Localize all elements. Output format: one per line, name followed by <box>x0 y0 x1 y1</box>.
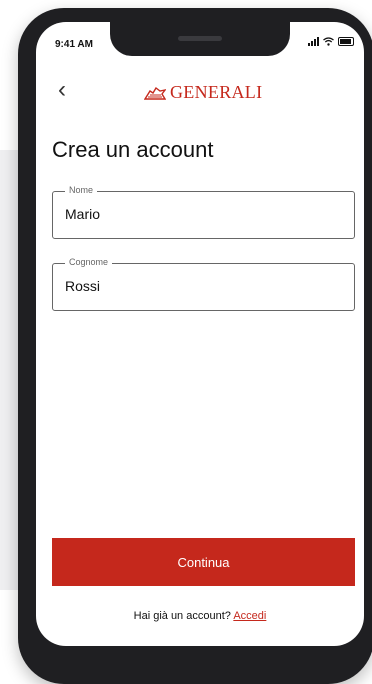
first-name-label: Nome <box>65 185 98 195</box>
login-link[interactable]: Accedi <box>233 610 266 622</box>
first-name-input[interactable] <box>65 206 335 222</box>
last-name-input[interactable] <box>65 278 335 294</box>
login-prompt: Hai già un account? Accedi <box>36 610 364 622</box>
lion-icon <box>144 86 166 100</box>
generali-logo: GENERALI <box>144 82 262 103</box>
phone-screen: 9:41 AM ‹ GENERALI Crea un account Nome … <box>36 22 364 646</box>
first-name-field[interactable]: Nome <box>52 185 355 239</box>
speaker <box>178 36 222 41</box>
last-name-label: Cognome <box>65 257 113 267</box>
last-name-field[interactable]: Cognome <box>52 257 355 311</box>
login-prompt-text: Hai già un account? <box>133 610 231 622</box>
status-icons <box>308 37 354 46</box>
continue-button[interactable]: Continua <box>52 538 355 586</box>
brand-name: GENERALI <box>170 82 263 102</box>
battery-icon <box>338 37 354 46</box>
page-title: Crea un account <box>52 137 214 162</box>
back-chevron-icon[interactable]: ‹ <box>58 78 66 102</box>
signal-icon <box>308 37 319 46</box>
wifi-icon <box>323 37 334 46</box>
notch <box>110 22 290 56</box>
status-time: 9:41 AM <box>55 39 93 50</box>
